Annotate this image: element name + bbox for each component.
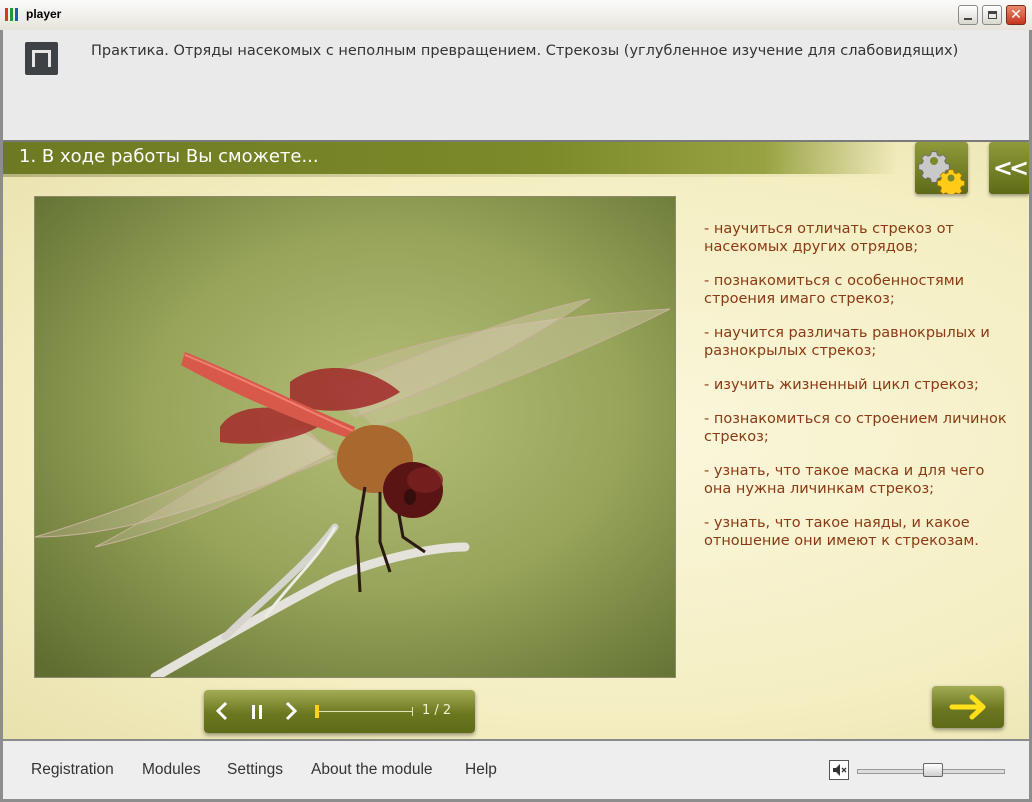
module-header: Практика. Отряды насекомых с неполным пр… (3, 30, 1029, 142)
settings-button[interactable] (915, 142, 968, 198)
dragonfly-photo (34, 196, 676, 678)
previous-slide-button[interactable] (215, 701, 229, 726)
objective-item: - узнать, что такое наяды, и какое отнош… (704, 515, 979, 549)
volume-slider[interactable] (857, 763, 1005, 777)
objective-item: - познакомиться с особенностями строения… (704, 273, 965, 307)
speaker-mute-icon (833, 764, 847, 776)
window-title: player (26, 7, 62, 21)
close-button[interactable]: ✕ (1006, 5, 1026, 25)
gear-icon (918, 151, 965, 198)
slideshow-player: 1 / 2 (204, 690, 475, 733)
objective-item: - узнать, что такое маска и для чего она… (704, 463, 985, 497)
slide-progress-track[interactable] (315, 711, 413, 712)
slide-counter: 1 / 2 (422, 703, 452, 718)
pause-icon (252, 705, 262, 719)
objective-item: - познакомиться со строением личинок стр… (704, 411, 1007, 445)
next-slide-button[interactable] (284, 701, 298, 726)
chevron-right-icon (285, 701, 298, 721)
menu-registration[interactable]: Registration (31, 761, 114, 779)
collapse-panel-button[interactable]: << (989, 142, 1029, 194)
next-page-button[interactable] (932, 686, 1004, 728)
minimize-button[interactable] (958, 5, 978, 25)
learning-objectives: - научиться отличать стрекоз от насекомы… (704, 220, 1014, 566)
module-logo (25, 42, 58, 75)
app-icon (5, 7, 21, 23)
menu-modules[interactable]: Modules (142, 761, 201, 779)
arrow-right-icon (949, 694, 986, 720)
section-header: 1. В ходе работы Вы сможете... (3, 142, 898, 174)
objective-item: - научиться отличать стрекоз от насекомы… (704, 221, 954, 255)
section-title: 1. В ходе работы Вы сможете... (19, 146, 319, 167)
maximize-button[interactable] (982, 5, 1002, 25)
bottom-menu: Registration Modules Settings About the … (3, 739, 1029, 801)
chevron-left-icon (215, 701, 228, 721)
menu-about-module[interactable]: About the module (311, 761, 433, 779)
volume-slider-thumb[interactable] (923, 763, 943, 777)
slide-progress-thumb[interactable] (315, 705, 319, 718)
menu-settings[interactable]: Settings (227, 761, 283, 779)
window-titlebar: player ✕ (0, 0, 1032, 31)
window-frame-left (0, 30, 3, 802)
lesson-content: 1. В ходе работы Вы сможете... << - науч… (3, 142, 1029, 739)
course-title: Практика. Отряды насекомых с неполным пр… (91, 43, 959, 59)
menu-help[interactable]: Help (465, 761, 497, 779)
mute-button[interactable] (829, 760, 849, 780)
objective-item: - изучить жизненный цикл стрекоз; (704, 377, 979, 393)
pause-button[interactable] (250, 702, 264, 726)
close-icon: ✕ (1010, 7, 1022, 23)
objective-item: - научится различать равнокрылых и разно… (704, 325, 990, 359)
